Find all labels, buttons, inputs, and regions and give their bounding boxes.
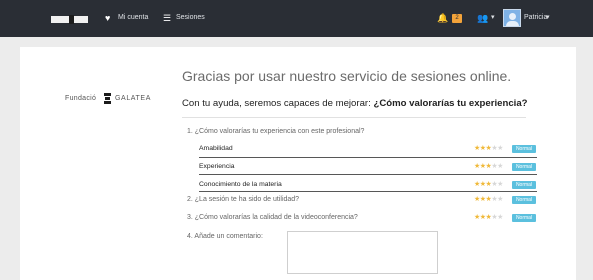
brand-logo-icon xyxy=(104,93,111,104)
comment-textarea[interactable] xyxy=(287,231,438,274)
question-1: 1. ¿Cómo valorarías tu experiencia con e… xyxy=(187,128,365,135)
nav-mi-cuenta[interactable]: Mi cuenta xyxy=(118,12,148,24)
rating-label-conocimiento: Conocimiento de la materia xyxy=(199,181,282,188)
question-4: 4. Añade un comentario: xyxy=(187,233,263,240)
star-rating-conocimiento[interactable]: ★★★★★ xyxy=(474,181,510,189)
nav-sesiones[interactable]: Sesiones xyxy=(176,12,205,24)
user-name[interactable]: Patricia xyxy=(524,12,547,24)
question-2: 2. ¿La sesión te ha sido de utilidad? xyxy=(187,196,300,203)
users-icon[interactable]: 👥 xyxy=(477,13,488,23)
star-rating-utilidad[interactable]: ★★★★★ xyxy=(474,196,510,204)
star-rating-amabilidad[interactable]: ★★★★★ xyxy=(474,145,510,153)
notifications-badge[interactable]: 2 xyxy=(452,14,462,23)
subtitle-question: ¿Cómo valorarías tu experiencia? xyxy=(373,98,528,109)
question-3: 3. ¿Cómo valorarías la calidad de la vid… xyxy=(187,214,358,221)
rating-badge: Normal xyxy=(512,181,536,189)
row-divider xyxy=(199,174,537,175)
header-logo[interactable] xyxy=(51,15,88,24)
subtitle-text: Con tu ayuda, seremos capaces de mejorar… xyxy=(182,98,374,109)
star-rating-videoconferencia[interactable]: ★★★★★ xyxy=(474,214,510,222)
page-title: Gracias por usar nuestro servicio de ses… xyxy=(182,68,512,84)
avatar[interactable] xyxy=(503,9,521,27)
users-caret-icon[interactable]: ▾ xyxy=(491,12,495,24)
rating-label-experiencia: Experiencia xyxy=(199,163,235,170)
rating-badge: Normal xyxy=(512,196,536,204)
rating-badge: Normal xyxy=(512,214,536,222)
rating-badge: Normal xyxy=(512,145,536,153)
user-caret-icon[interactable]: ▾ xyxy=(546,12,550,24)
list-icon: ☰ xyxy=(163,13,172,23)
row-divider xyxy=(199,157,537,158)
page-subtitle: Con tu ayuda, seremos capaces de mejorar… xyxy=(182,98,528,109)
brand-prefix: Fundació xyxy=(65,95,97,102)
row-divider xyxy=(199,191,537,192)
bell-icon[interactable]: 🔔 xyxy=(437,13,448,23)
rating-label-amabilidad: Amabilidad xyxy=(199,145,233,152)
rating-badge: Normal xyxy=(512,163,536,171)
top-navbar: ♥ Mi cuenta ☰ Sesiones 🔔 2 👥 ▾ Patricia … xyxy=(0,0,593,37)
star-rating-experiencia[interactable]: ★★★★★ xyxy=(474,163,510,171)
divider xyxy=(182,117,526,118)
heart-icon: ♥ xyxy=(105,13,111,23)
brand-name: GALATEA xyxy=(115,95,151,102)
logo-mark xyxy=(69,15,74,24)
